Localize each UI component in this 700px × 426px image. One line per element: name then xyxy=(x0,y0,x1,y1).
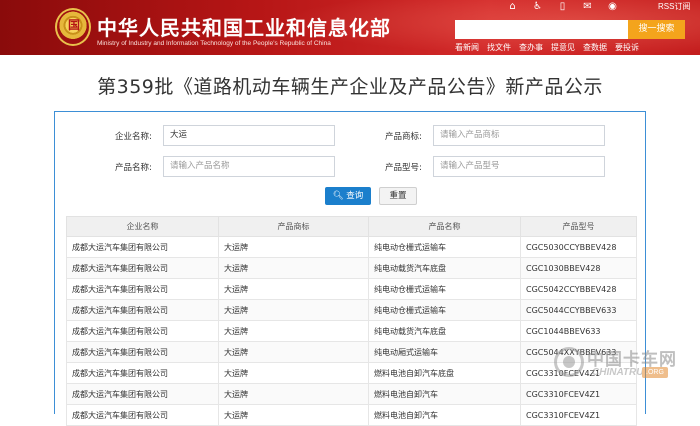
top-icon-bar: ⌂ ♿ ▯ ✉ ◉ xyxy=(500,0,625,14)
cell-product-name: 纯电动仓栅式运输车 xyxy=(368,278,521,300)
table-row[interactable]: 成都大运汽车集团有限公司 大运牌 纯电动仓栅式运输车 CGC5044CCYBBEV63… xyxy=(66,299,637,321)
cell-company: 成都大运汽车集团有限公司 xyxy=(66,341,219,363)
cell-company: 成都大运汽车集团有限公司 xyxy=(66,299,219,321)
cell-company: 成都大运汽车集团有限公司 xyxy=(66,278,219,300)
table-row[interactable]: 成都大运汽车集团有限公司 大运牌 纯电动仓栅式运输车 CGC5030CCYBBEV42… xyxy=(66,236,637,258)
reset-button[interactable]: 重置 xyxy=(379,187,417,205)
cell-product-name: 燃料电池自卸汽车底盘 xyxy=(368,362,521,384)
model-input[interactable]: 请输入产品型号 xyxy=(433,156,605,177)
national-emblem-logo: 国 xyxy=(55,8,91,46)
quick-link-news[interactable]: 看新闻 xyxy=(455,42,479,53)
column-header-company[interactable]: 企业名称 xyxy=(66,216,219,237)
cell-product-name: 纯电动仓栅式运输车 xyxy=(368,299,521,321)
cell-brand: 大运牌 xyxy=(218,257,369,279)
cell-company: 成都大运汽车集团有限公司 xyxy=(66,236,219,258)
cell-brand: 大运牌 xyxy=(218,278,369,300)
cell-brand: 大运牌 xyxy=(218,236,369,258)
quick-links: 看新闻 找文件 查办事 提意见 查数据 要投诉 xyxy=(455,42,639,53)
column-header-model[interactable]: 产品型号 xyxy=(520,216,637,237)
cell-model: CGC5042CCYBBEV428 xyxy=(520,278,637,300)
brand-input[interactable]: 请输入产品商标 xyxy=(433,125,605,146)
cell-product-name: 纯电动厢式运输车 xyxy=(368,341,521,363)
table-row[interactable]: 成都大运汽车集团有限公司 大运牌 纯电动载货汽车底盘 CGC1030BBEV428 xyxy=(66,257,637,279)
site-title: 中华人民共和国工业和信息化部 xyxy=(97,16,391,40)
cell-brand: 大运牌 xyxy=(218,320,369,342)
site-subtitle: Ministry of Industry and Information Tec… xyxy=(97,40,331,47)
accessibility-icon[interactable]: ♿ xyxy=(525,0,550,14)
quick-link-data[interactable]: 查数据 xyxy=(583,42,607,53)
rss-link[interactable]: RSS订阅 xyxy=(658,1,690,12)
product-name-label: 产品名称: xyxy=(115,163,152,173)
column-header-product-name[interactable]: 产品名称 xyxy=(368,216,521,237)
quick-link-services[interactable]: 查办事 xyxy=(519,42,543,53)
cell-product-name: 纯电动载货汽车底盘 xyxy=(368,257,521,279)
watermark-tag: .ORG xyxy=(642,367,668,378)
site-search-input[interactable] xyxy=(455,20,628,39)
quick-link-files[interactable]: 找文件 xyxy=(487,42,511,53)
company-input[interactable]: 大运 xyxy=(163,125,335,146)
table-row[interactable]: 成都大运汽车集团有限公司 大运牌 纯电动载货汽车底盘 CGC1044BBEV633 xyxy=(66,320,637,342)
chinatruck-logo-icon xyxy=(554,347,584,377)
results-body: 成都大运汽车集团有限公司 大运牌 纯电动仓栅式运输车 CGC5030CCYBBEV42… xyxy=(66,236,637,426)
page-title: 第359批《道路机动车辆生产企业及产品公告》新产品公示 xyxy=(97,76,603,98)
product-name-input[interactable]: 请输入产品名称 xyxy=(163,156,335,177)
query-button[interactable]: 🔍︎ 查询 xyxy=(325,187,371,205)
weibo-icon[interactable]: ◉ xyxy=(600,0,625,14)
cell-model: CGC5030CCYBBEV428 xyxy=(520,236,637,258)
site-search: 搜一搜索 xyxy=(455,20,685,39)
cell-product-name: 燃料电池自卸汽车 xyxy=(368,383,521,405)
cell-brand: 大运牌 xyxy=(218,362,369,384)
cell-company: 成都大运汽车集团有限公司 xyxy=(66,383,219,405)
quick-link-feedback[interactable]: 提意见 xyxy=(551,42,575,53)
cell-brand: 大运牌 xyxy=(218,383,369,405)
cell-brand: 大运牌 xyxy=(218,341,369,363)
company-label: 企业名称: xyxy=(115,132,152,142)
quick-link-complaint[interactable]: 要投诉 xyxy=(615,42,639,53)
mail-icon[interactable]: ✉ xyxy=(575,0,600,14)
site-search-button[interactable]: 搜一搜索 xyxy=(628,20,685,39)
cell-brand: 大运牌 xyxy=(218,404,369,426)
query-button-label: 查询 xyxy=(346,191,364,201)
search-icon: 🔍︎ xyxy=(332,191,344,201)
table-row[interactable]: 成都大运汽车集团有限公司 大运牌 纯电动仓栅式运输车 CGC5042CCYBBEV42… xyxy=(66,278,637,300)
cell-product-name: 纯电动载货汽车底盘 xyxy=(368,320,521,342)
cell-company: 成都大运汽车集团有限公司 xyxy=(66,320,219,342)
cell-company: 成都大运汽车集团有限公司 xyxy=(66,257,219,279)
table-row[interactable]: 成都大运汽车集团有限公司 大运牌 燃料电池自卸汽车 CGC3310FCEV4Z1 xyxy=(66,404,637,426)
model-label: 产品型号: xyxy=(385,163,422,173)
table-header-row: 企业名称 产品商标 产品名称 产品型号 xyxy=(66,216,637,237)
brand-label: 产品商标: xyxy=(385,132,422,142)
chinatruck-watermark: 中国卡车网 CHINATRUCK .ORG xyxy=(540,345,700,395)
site-header: 国 中华人民共和国工业和信息化部 Ministry of Industry an… xyxy=(0,0,700,55)
cell-product-name: 燃料电池自卸汽车 xyxy=(368,404,521,426)
cell-product-name: 纯电动仓栅式运输车 xyxy=(368,236,521,258)
cell-model: CGC3310FCEV4Z1 xyxy=(520,404,637,426)
mobile-icon[interactable]: ▯ xyxy=(550,0,575,14)
cell-brand: 大运牌 xyxy=(218,299,369,321)
column-header-brand[interactable]: 产品商标 xyxy=(218,216,369,237)
cell-model: CGC1044BBEV633 xyxy=(520,320,637,342)
home-icon[interactable]: ⌂ xyxy=(500,0,525,14)
cell-model: CGC5044CCYBBEV633 xyxy=(520,299,637,321)
cell-company: 成都大运汽车集团有限公司 xyxy=(66,362,219,384)
cell-model: CGC1030BBEV428 xyxy=(520,257,637,279)
cell-company: 成都大运汽车集团有限公司 xyxy=(66,404,219,426)
